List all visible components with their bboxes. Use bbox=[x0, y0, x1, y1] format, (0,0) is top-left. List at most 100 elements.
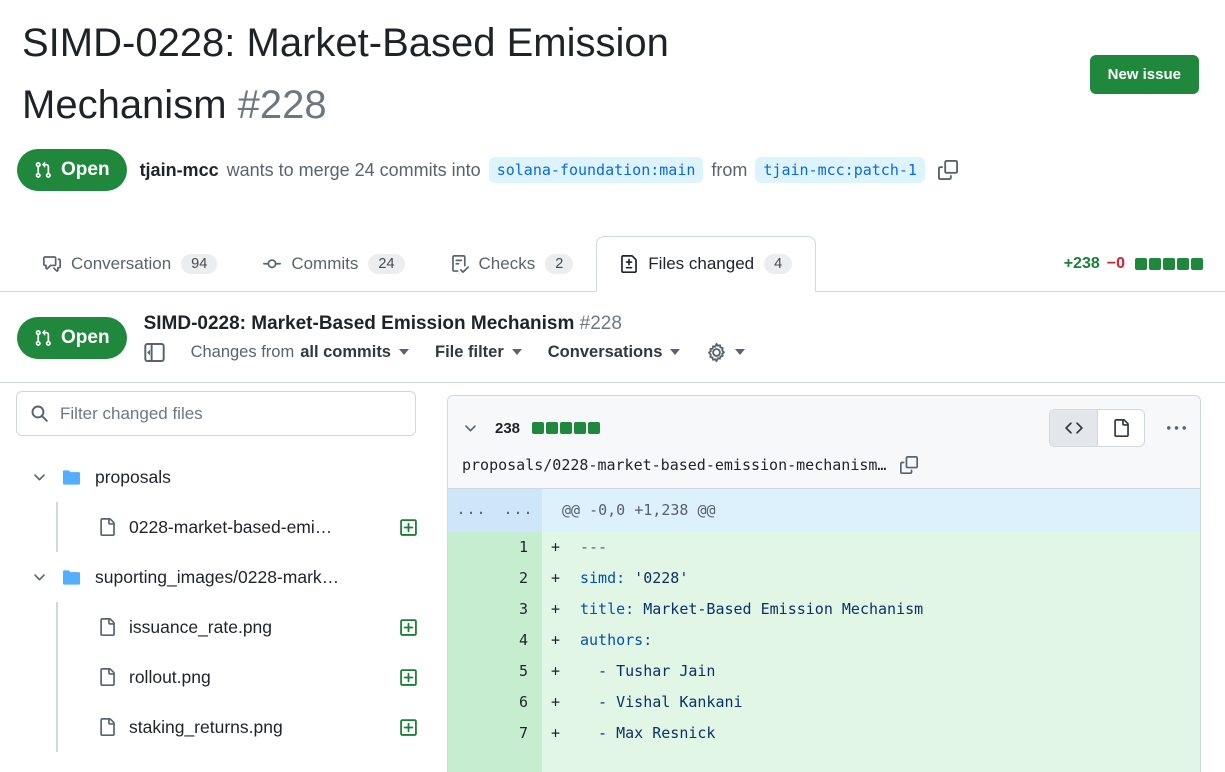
tree-file-issuance-rate[interactable]: issuance_rate.png bbox=[16, 602, 430, 652]
page-title: SIMD-0228: Market-Based Emission Mechani… bbox=[22, 12, 882, 136]
sticky-file-header: Open SIMD-0228: Market-Based Emission Me… bbox=[0, 293, 1225, 383]
head-branch-label[interactable]: tjain-mcc:patch-1 bbox=[755, 157, 925, 183]
line-number-gutter[interactable]: 3 bbox=[448, 594, 542, 625]
tab-commits-count: 24 bbox=[368, 254, 404, 274]
conversations-label: Conversations bbox=[548, 343, 663, 362]
hunk-header-text: @@ -0,0 +1,238 @@ bbox=[542, 489, 1200, 532]
base-branch-label[interactable]: solana-foundation:main bbox=[489, 157, 704, 183]
file-icon bbox=[98, 718, 116, 736]
tab-conversation[interactable]: Conversation 94 bbox=[20, 236, 240, 291]
file-added-icon bbox=[399, 618, 418, 637]
expand-hunk-button[interactable]: ... ... bbox=[448, 489, 542, 532]
tree-file-staking-returns[interactable]: staking_returns.png bbox=[16, 702, 430, 752]
tree-file-label: issuance_rate.png bbox=[129, 617, 272, 638]
line-number-gutter[interactable]: 6 bbox=[448, 687, 542, 718]
file-filter-searchbox[interactable] bbox=[16, 391, 416, 436]
conversations-dropdown[interactable]: Conversations bbox=[548, 343, 681, 362]
changes-from-dropdown[interactable]: Changes from all commits bbox=[191, 343, 409, 362]
code-text: authors: bbox=[580, 625, 652, 656]
diffstat-blocks bbox=[1135, 258, 1203, 270]
addition-sign: + bbox=[542, 532, 580, 563]
file-added-icon bbox=[399, 518, 418, 537]
addition-sign: + bbox=[542, 625, 580, 656]
diffstat-additions: +238 bbox=[1064, 255, 1100, 273]
tab-checks-label: Checks bbox=[479, 254, 536, 274]
pr-status-row: Open tjain-mcc wants to merge 24 commits… bbox=[17, 149, 958, 191]
tree-file-label: rollout.png bbox=[129, 667, 211, 688]
checklist-icon bbox=[451, 255, 469, 273]
sticky-title-text: SIMD-0228: Market-Based Emission Mechani… bbox=[144, 313, 575, 334]
diff-line-5: 5 + - Tushar Jain bbox=[448, 656, 1200, 687]
file-icon bbox=[1112, 419, 1130, 437]
chevron-down-icon bbox=[512, 349, 522, 355]
tree-folder-label: suporting_images/0228-mark… bbox=[95, 567, 339, 588]
file-filter-label: File filter bbox=[435, 343, 504, 362]
tree-file-0228-market-based[interactable]: 0228-market-based-emi… bbox=[16, 502, 430, 552]
line-number-gutter[interactable]: 5 bbox=[448, 656, 542, 687]
chevron-down-icon bbox=[735, 349, 745, 355]
line-number-gutter[interactable]: 4 bbox=[448, 625, 542, 656]
rich-diff-button[interactable] bbox=[1097, 410, 1144, 446]
pr-tabnav: Conversation 94 Commits 24 Checks 2 File… bbox=[0, 236, 1225, 292]
open-status-badge: Open bbox=[17, 149, 127, 191]
source-view-button[interactable] bbox=[1050, 410, 1097, 446]
tab-files-changed-count: 4 bbox=[764, 254, 792, 274]
line-number-gutter[interactable]: 2 bbox=[448, 563, 542, 594]
file-diff-card: 238 proposals/0228-market-based-em bbox=[447, 395, 1201, 772]
tab-files-changed[interactable]: Files changed 4 bbox=[596, 236, 816, 292]
file-filter-dropdown[interactable]: File filter bbox=[435, 343, 522, 362]
code-text: - Max Resnick bbox=[580, 718, 715, 749]
tab-commits-label: Commits bbox=[291, 254, 358, 274]
line-number-gutter[interactable]: 1 bbox=[448, 532, 542, 563]
diff-line-6: 6 + - Vishal Kankani bbox=[448, 687, 1200, 718]
file-changes-count: 238 bbox=[495, 420, 520, 437]
open-status-label: Open bbox=[61, 159, 110, 181]
merge-summary: tjain-mcc wants to merge 24 commits into… bbox=[140, 157, 925, 183]
tree-folder-suporting-images[interactable]: suporting_images/0228-mark… bbox=[16, 552, 430, 602]
diffstat: +238 −0 bbox=[1064, 236, 1203, 291]
file-diff-icon bbox=[620, 255, 638, 273]
diff-line-2: 2 +simd: '0228' bbox=[448, 563, 1200, 594]
diff-filename[interactable]: proposals/0228-market-based-emission-mec… bbox=[462, 456, 886, 474]
git-pull-request-icon bbox=[34, 329, 52, 347]
filter-changed-files-input[interactable] bbox=[60, 404, 390, 424]
tree-folder-proposals[interactable]: proposals bbox=[16, 452, 430, 502]
changes-from-value: all commits bbox=[300, 343, 391, 362]
diff-settings-dropdown[interactable] bbox=[706, 342, 745, 363]
git-commit-icon bbox=[263, 255, 281, 273]
tab-checks[interactable]: Checks 2 bbox=[428, 236, 597, 291]
new-issue-button[interactable]: New issue bbox=[1090, 55, 1199, 94]
addition-sign: + bbox=[542, 594, 580, 625]
addition-sign: + bbox=[542, 656, 580, 687]
comment-discussion-icon bbox=[43, 255, 61, 273]
file-added-icon bbox=[399, 668, 418, 687]
folder-icon bbox=[62, 568, 81, 587]
sticky-issue-number: #228 bbox=[580, 313, 622, 334]
code-icon bbox=[1065, 419, 1083, 437]
diff-card-header: 238 proposals/0228-market-based-em bbox=[448, 396, 1200, 489]
tree-folder-label: proposals bbox=[95, 467, 171, 488]
file-added-icon bbox=[399, 718, 418, 737]
sticky-title: SIMD-0228: Market-Based Emission Mechani… bbox=[144, 313, 746, 335]
diff-line-7: 7 + - Max Resnick bbox=[448, 718, 1200, 749]
chevron-down-icon bbox=[30, 569, 48, 586]
line-number-gutter[interactable]: 7 bbox=[448, 718, 542, 749]
diffstat-deletions: −0 bbox=[1107, 255, 1125, 273]
collapse-diff-chevron[interactable] bbox=[462, 420, 479, 437]
file-icon bbox=[98, 618, 116, 636]
tree-file-rollout[interactable]: rollout.png bbox=[16, 652, 430, 702]
diff-line-1: 1 +--- bbox=[448, 532, 1200, 563]
code-text: title: Market-Based Emission Mechanism bbox=[580, 594, 923, 625]
chevron-down-icon bbox=[30, 469, 48, 486]
collapse-file-tree-button[interactable] bbox=[144, 342, 165, 363]
line-number-gutter[interactable] bbox=[448, 749, 542, 772]
copy-filename-icon[interactable] bbox=[900, 456, 918, 474]
author-login[interactable]: tjain-mcc bbox=[140, 160, 219, 181]
tab-commits[interactable]: Commits 24 bbox=[240, 236, 427, 291]
copy-branch-icon[interactable] bbox=[938, 160, 958, 180]
code-text: simd: '0228' bbox=[580, 563, 688, 594]
diff-toolbar: Changes from all commits File filter Con… bbox=[144, 342, 746, 363]
folder-icon bbox=[62, 468, 81, 487]
file-options-kebab-icon[interactable] bbox=[1167, 419, 1186, 438]
diff-line-3: 3 +title: Market-Based Emission Mechanis… bbox=[448, 594, 1200, 625]
